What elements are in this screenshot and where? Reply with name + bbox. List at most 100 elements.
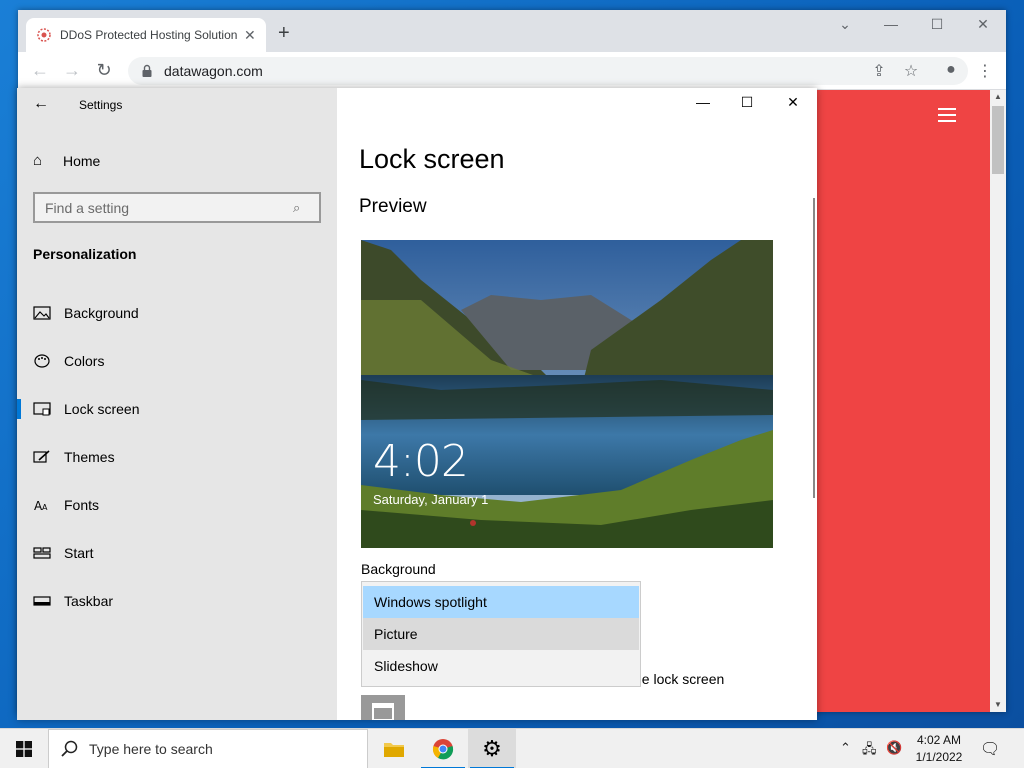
minimize-icon[interactable]: — <box>683 94 723 110</box>
tab-title: DDoS Protected Hosting Solution <box>60 28 238 42</box>
settings-app-title: Settings <box>79 98 123 112</box>
show-hidden-icons-chevron-icon[interactable]: ⌃ <box>840 740 851 756</box>
selection-indicator <box>17 495 21 515</box>
content-scrollbar[interactable] <box>813 198 815 498</box>
nav-item-label: Start <box>64 545 94 561</box>
taskbar-icon <box>33 596 51 606</box>
profile-avatar-icon[interactable]: ● <box>940 61 962 79</box>
background-dropdown-list[interactable]: Windows spotlight Picture Slideshow <box>361 581 641 687</box>
selection-indicator <box>17 399 21 419</box>
url-text: datawagon.com <box>164 63 263 79</box>
scroll-up-icon[interactable]: ▲ <box>994 92 1002 101</box>
home-label: Home <box>63 152 101 169</box>
home-icon: ⌂ <box>33 152 43 169</box>
minimize-icon[interactable]: — <box>876 16 906 32</box>
back-icon[interactable]: ← <box>28 60 52 81</box>
preview-time: 4:02 <box>373 436 469 487</box>
nav-item-themes[interactable]: Themes <box>17 437 337 477</box>
nav-item-label: Fonts <box>64 497 100 513</box>
page-title: Lock screen <box>359 144 505 174</box>
volume-muted-icon[interactable]: 🔇 <box>886 740 902 756</box>
settings-content: — ☐ ✕ Lock screen Preview 4:02 Saturday,… <box>337 88 817 720</box>
nav-item-colors[interactable]: Colors <box>17 341 337 381</box>
search-icon <box>61 740 78 757</box>
start-button[interactable] <box>0 729 48 768</box>
nav-item-label: Background <box>64 305 139 321</box>
option-picture[interactable]: Picture <box>363 618 639 650</box>
page-scrollbar[interactable]: ▲ ▼ <box>990 90 1006 712</box>
nav-item-taskbar[interactable]: Taskbar <box>17 581 337 621</box>
lock-icon <box>142 64 152 77</box>
close-icon[interactable]: ✕ <box>968 16 998 33</box>
settings-window: ← Settings ⌂ Home Find a setting ⌕ Perso… <box>17 88 817 720</box>
gear-icon: ⚙ <box>482 736 502 761</box>
selection-indicator <box>17 303 21 323</box>
back-arrow-icon[interactable]: ← <box>33 95 49 113</box>
nav-item-lock-screen[interactable]: Lock screen <box>17 389 337 429</box>
tab-search-icon[interactable]: ⌄ <box>830 16 860 33</box>
font-icon: AA <box>34 499 48 512</box>
scroll-down-icon[interactable]: ▼ <box>994 700 1002 709</box>
nav-item-fonts[interactable]: AA Fonts <box>17 485 337 525</box>
new-tab-icon[interactable]: + <box>278 22 290 45</box>
chrome-app[interactable] <box>419 729 467 768</box>
nav-item-background[interactable]: Background <box>17 293 337 333</box>
file-explorer-app[interactable] <box>370 729 418 768</box>
picture-icon <box>33 306 51 320</box>
find-setting-input[interactable]: Find a setting ⌕ <box>33 192 321 223</box>
close-icon[interactable]: ✕ <box>773 94 813 111</box>
palette-icon <box>34 354 50 368</box>
browser-tab[interactable]: DDoS Protected Hosting Solution ✕ <box>26 18 266 52</box>
maximize-icon[interactable]: ☐ <box>727 94 767 111</box>
lock-screen-option-text: he lock screen <box>634 671 725 687</box>
lock-screen-preview-image: 4:02 Saturday, January 1 <box>361 240 773 548</box>
forward-icon[interactable]: → <box>60 60 84 81</box>
maximize-icon[interactable]: ☐ <box>922 16 952 33</box>
taskbar-search-placeholder: Type here to search <box>89 741 213 757</box>
selection-indicator <box>17 351 21 371</box>
selection-indicator <box>17 591 21 611</box>
nav-item-label: Colors <box>64 353 105 369</box>
preview-heading: Preview <box>359 196 427 217</box>
tab-strip: DDoS Protected Hosting Solution ✕ + ⌄ — … <box>18 10 1006 52</box>
nav-item-label: Taskbar <box>64 593 114 609</box>
windows-logo-icon <box>16 741 32 757</box>
share-icon[interactable]: ⇪ <box>868 61 890 81</box>
settings-app[interactable]: ⚙ <box>468 729 516 768</box>
background-label: Background <box>361 561 436 577</box>
search-icon: ⌕ <box>293 199 301 215</box>
address-bar[interactable]: datawagon.com <box>128 57 968 85</box>
search-placeholder: Find a setting <box>45 199 130 216</box>
option-slideshow[interactable]: Slideshow <box>363 650 639 682</box>
hamburger-menu-icon[interactable] <box>938 108 956 126</box>
section-title: Personalization <box>33 246 137 262</box>
close-tab-icon[interactable]: ✕ <box>244 27 256 44</box>
nav-item-start[interactable]: Start <box>17 533 337 573</box>
home-nav-item[interactable]: ⌂ Home <box>33 152 100 169</box>
taskbar-clock[interactable]: 4:02 AM 1/1/2022 <box>906 732 972 766</box>
browser-toolbar: ← → ↻ datawagon.com ⇪ ☆ ● ⋮ <box>18 52 1006 90</box>
start-icon <box>33 547 51 559</box>
action-center-icon[interactable]: 🗨 <box>980 739 1000 759</box>
scrollbar-thumb[interactable] <box>992 106 1004 174</box>
menu-kebab-icon[interactable]: ⋮ <box>974 61 996 81</box>
clock-time: 4:02 AM <box>916 733 962 747</box>
chrome-icon <box>432 739 454 760</box>
network-icon[interactable]: 🖧 <box>862 740 877 762</box>
option-windows-spotlight[interactable]: Windows spotlight <box>363 586 639 618</box>
nav-item-label: Themes <box>64 449 115 465</box>
taskbar-search-box[interactable]: Type here to search <box>48 729 368 768</box>
svg-text:A: A <box>42 503 48 512</box>
calendar-app-icon[interactable] <box>361 695 405 720</box>
brush-icon <box>33 450 50 463</box>
folder-icon <box>384 743 404 757</box>
clock-date: 1/1/2022 <box>915 750 963 764</box>
nav-item-label: Lock screen <box>64 401 140 417</box>
preview-date: Saturday, January 1 <box>373 492 489 507</box>
bookmark-star-icon[interactable]: ☆ <box>900 61 922 81</box>
taskbar: Type here to search ⚙ ⌃ 🖧 🔇 4:02 AM 1/1/… <box>0 728 1024 768</box>
reload-icon[interactable]: ↻ <box>92 60 116 81</box>
lock-screen-icon <box>33 402 51 416</box>
site-favicon-icon <box>37 28 51 42</box>
selection-indicator <box>17 543 21 563</box>
